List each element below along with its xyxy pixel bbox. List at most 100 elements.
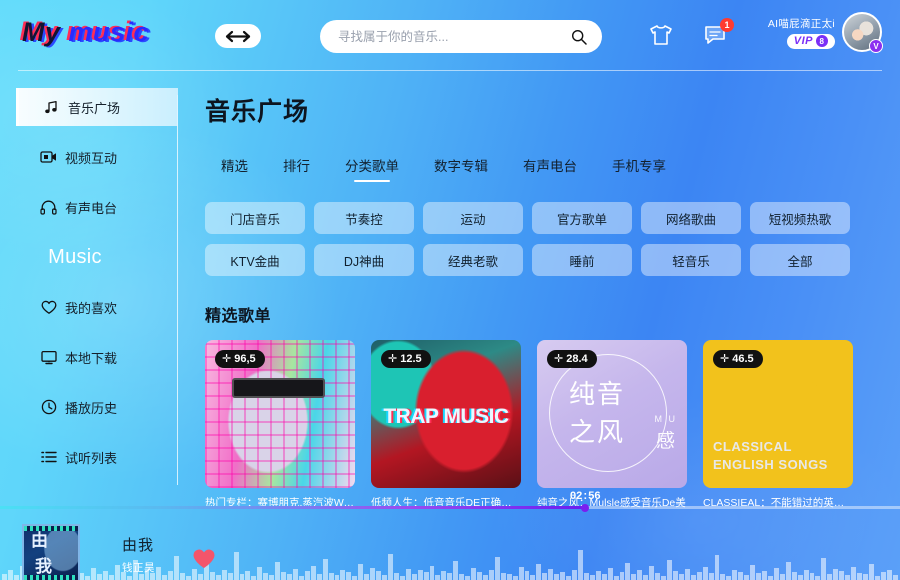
search-input[interactable]	[338, 29, 570, 44]
now-playing-artwork[interactable]: 由 我	[22, 524, 80, 580]
page-title: 音乐广场	[205, 98, 310, 126]
main-content: 音乐广场 精选 排行 分类歌单 数字专辑 有声电台 手机专享 门店音乐 节奏控 …	[205, 92, 900, 510]
card-artwork[interactable]: 纯音 之风 M U 感 ✛ 28.4	[537, 340, 687, 488]
tshirt-icon[interactable]	[648, 24, 674, 51]
player-bar: 由 我 由我 钱正昊	[0, 510, 900, 580]
chip-row: KTV金曲 DJ神曲 经典老歌 睡前 轻音乐 全部	[205, 244, 900, 276]
tab-mobile-exclusive[interactable]: 手机专享	[612, 155, 666, 182]
app-header: My music 1 AI喵屁滴正太i VIP 8 V	[0, 0, 900, 72]
chip-web-songs[interactable]: 网络歌曲	[641, 202, 741, 234]
card-badge: ✛ 46.5	[713, 350, 763, 368]
user-meta: AI喵屁滴正太i VIP 8	[768, 16, 835, 49]
user-profile[interactable]: AI喵屁滴正太i VIP 8 V	[768, 12, 883, 53]
card-art-letter: A	[802, 373, 831, 417]
playlist-card[interactable]: ✛ 96,5 热门专栏：赛博朋克.蒸汽波WAVE	[205, 340, 355, 510]
section-title: 精选歌单	[205, 308, 272, 325]
chip-light-music[interactable]: 轻音乐	[641, 244, 741, 276]
card-art-line-2: ENGLISH SONGS	[713, 457, 828, 472]
content-tabs: 精选 排行 分类歌单 数字专辑 有声电台 手机专享	[205, 155, 900, 182]
logo-text-music: music	[68, 17, 150, 47]
song-title: 由我	[122, 537, 155, 554]
card-artwork[interactable]: A CLASSICAL ENGLISH SONGS ✛ 46.5	[703, 340, 853, 488]
card-badge-value: 96,5	[234, 353, 256, 365]
list-icon	[40, 449, 57, 466]
sidebar-item-label: 有声电台	[65, 200, 118, 216]
card-badge-value: 28.4	[566, 353, 588, 365]
plus-icon: ✛	[554, 352, 564, 365]
sidebar-item-radio[interactable]: 有声电台	[0, 188, 178, 226]
tab-audio-radio[interactable]: 有声电台	[523, 155, 577, 182]
card-badge-value: 12.5	[400, 353, 422, 365]
card-artwork[interactable]: ✛ 12.5	[371, 340, 521, 488]
chip-bedtime[interactable]: 睡前	[532, 244, 632, 276]
film-strip-bottom	[24, 575, 78, 580]
verified-badge-icon: V	[869, 39, 883, 53]
vip-level: 8	[816, 35, 828, 47]
sidebar-item-label: 本地下载	[65, 350, 118, 366]
app-logo: My music	[22, 17, 149, 48]
sidebar-item-label: 视频互动	[65, 150, 118, 166]
card-art-text-4: 感	[655, 431, 675, 452]
message-icon[interactable]: 1	[703, 18, 734, 51]
chip-rhythm[interactable]: 节奏控	[314, 202, 414, 234]
tab-digital-album[interactable]: 数字专辑	[434, 155, 488, 182]
tab-category-playlist[interactable]: 分类歌单	[345, 155, 399, 182]
vip-badge[interactable]: VIP 8	[786, 33, 835, 49]
heart-filled-icon[interactable]	[192, 548, 216, 575]
progress-fill	[0, 506, 585, 509]
plus-icon: ✛	[720, 352, 730, 365]
search-icon[interactable]	[570, 28, 588, 46]
chip-all[interactable]: 全部	[750, 244, 850, 276]
tab-ranking[interactable]: 排行	[283, 155, 310, 182]
sidebar-item-downloads[interactable]: 本地下载	[0, 338, 178, 376]
message-badge-count: 1	[720, 18, 734, 32]
chip-sports[interactable]: 运动	[423, 202, 523, 234]
playlist-card[interactable]: ✛ 12.5 低频人生：低音音乐DE正确打开方式	[371, 340, 521, 510]
sidebar-item-playlist[interactable]: 试听列表	[0, 438, 178, 476]
chip-classic-oldies[interactable]: 经典老歌	[423, 244, 523, 276]
header-divider	[18, 70, 882, 71]
artwork-text-bottom: 我	[35, 557, 52, 576]
avatar-wrapper[interactable]: V	[842, 12, 883, 53]
card-art-text-1: 纯音	[569, 379, 626, 409]
card-art-text-3: M U	[654, 414, 677, 424]
sidebar-item-music-plaza[interactable]: 音乐广场	[16, 88, 178, 126]
chip-store-music[interactable]: 门店音乐	[205, 202, 305, 234]
search-bar[interactable]	[320, 20, 602, 53]
playlist-card[interactable]: 纯音 之风 M U 感 ✛ 28.4 纯音之风：Mulsle感受音乐De美	[537, 340, 687, 510]
card-art-line-1: CLASSICAL	[713, 439, 792, 454]
sidebar: 音乐广场 视频互动 有声电台 Music 我的喜欢 本地下载 播放历史 试听列表	[0, 88, 178, 488]
arrows-left-right-icon	[225, 30, 251, 43]
user-name: AI喵屁滴正太i	[767, 17, 835, 30]
vip-label: VIP	[793, 35, 813, 47]
sidebar-item-favorites[interactable]: 我的喜欢	[0, 288, 178, 326]
current-time-label: 02:56	[569, 491, 601, 503]
sidebar-item-history[interactable]: 播放历史	[0, 388, 178, 426]
card-badge: ✛ 28.4	[547, 350, 597, 368]
chip-dj[interactable]: DJ神曲	[314, 244, 414, 276]
swap-toggle-button[interactable]	[215, 24, 261, 48]
tab-featured[interactable]: 精选	[221, 155, 248, 182]
chip-official-playlist[interactable]: 官方歌单	[532, 202, 632, 234]
plus-icon: ✛	[388, 352, 398, 365]
card-artwork[interactable]: ✛ 96,5	[205, 340, 355, 488]
card-art-text-2: 之风	[569, 417, 626, 447]
chip-short-video-hits[interactable]: 短视频热歌	[750, 202, 850, 234]
logo-text-my: My	[22, 17, 61, 47]
song-artist: 钱正昊	[122, 562, 155, 574]
video-icon	[40, 149, 57, 166]
playlist-cards: ✛ 96,5 热门专栏：赛博朋克.蒸汽波WAVE ✛ 12.5 低频人生：低音音…	[205, 340, 900, 510]
sidebar-item-video[interactable]: 视频互动	[0, 138, 178, 176]
heart-outline-icon	[40, 299, 57, 316]
sidebar-item-label: 我的喜欢	[65, 300, 118, 316]
category-chips: 门店音乐 节奏控 运动 官方歌单 网络歌曲 短视频热歌 KTV金曲 DJ神曲 经…	[205, 202, 900, 276]
music-note-icon	[43, 99, 60, 116]
sidebar-brand: Music	[48, 245, 102, 268]
plus-icon: ✛	[222, 352, 232, 365]
sidebar-item-label: 播放历史	[65, 400, 118, 416]
now-playing-info: 由我 钱正昊	[122, 534, 155, 575]
chip-ktv[interactable]: KTV金曲	[205, 244, 305, 276]
sidebar-item-label: 试听列表	[65, 450, 118, 466]
sidebar-item-label: 音乐广场	[68, 100, 121, 116]
playlist-card[interactable]: A CLASSICAL ENGLISH SONGS ✛ 46.5 CLASSIE…	[703, 340, 853, 510]
